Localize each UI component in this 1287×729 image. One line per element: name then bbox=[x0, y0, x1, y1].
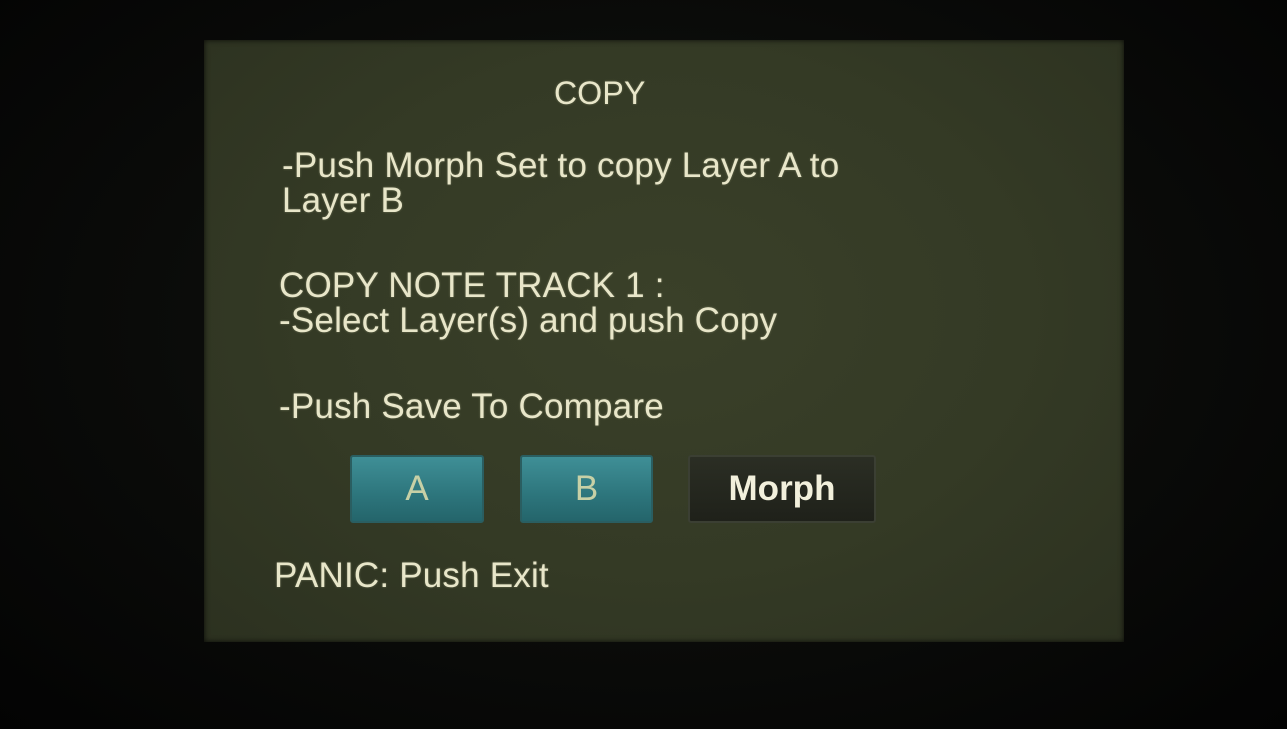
layer-a-button[interactable]: A bbox=[350, 455, 484, 523]
instruction-line-select: -Select Layer(s) and push Copy bbox=[279, 301, 778, 340]
device-frame: COPY -Push Morph Set to copy Layer A to … bbox=[0, 0, 1287, 729]
panic-hint: PANIC: Push Exit bbox=[274, 556, 549, 595]
instruction-line-1: -Push Morph Set to copy Layer A to bbox=[282, 146, 840, 185]
layer-b-button[interactable]: B bbox=[520, 455, 653, 523]
copy-track-heading: COPY NOTE TRACK 1 : bbox=[279, 266, 665, 305]
instruction-line-save: -Push Save To Compare bbox=[279, 387, 664, 426]
screen-title: COPY bbox=[554, 75, 646, 111]
display-screen: COPY -Push Morph Set to copy Layer A to … bbox=[204, 40, 1124, 642]
instruction-line-2: Layer B bbox=[282, 181, 405, 220]
morph-button[interactable]: Morph bbox=[688, 455, 876, 523]
